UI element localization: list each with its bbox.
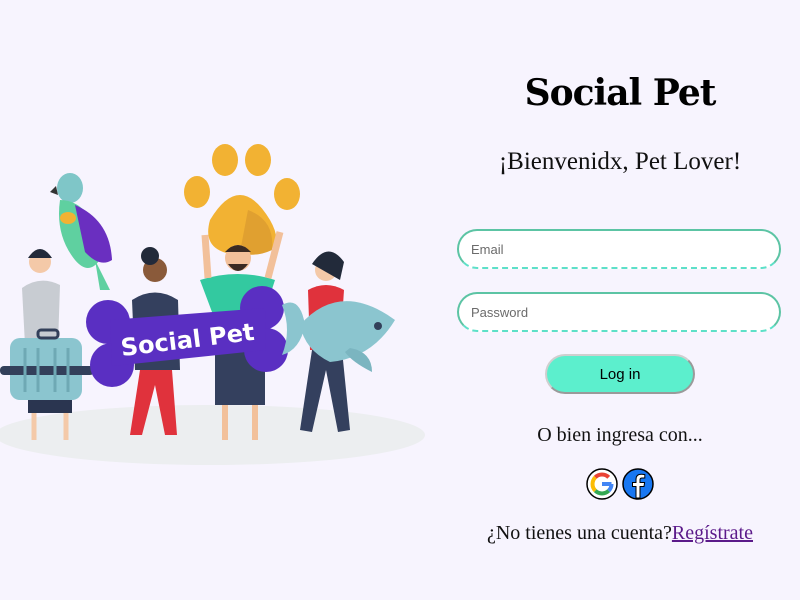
- paw-icon: [184, 144, 300, 255]
- login-panel: Social Pet ¡Bienvenidx, Pet Lover! Log i…: [440, 0, 800, 600]
- parrot-icon: [50, 173, 112, 290]
- welcome-heading: ¡Bienvenidx, Pet Lover!: [498, 148, 742, 175]
- social-login-group: [586, 468, 656, 502]
- facebook-icon: [622, 468, 654, 500]
- person-with-fish: [282, 251, 395, 432]
- signup-prompt-text: ¿No tienes una cuenta?: [486, 522, 672, 544]
- alt-login-text: O bien ingresa con...: [537, 424, 703, 446]
- password-field[interactable]: [457, 292, 781, 332]
- hero-illustration: Social Pet: [0, 140, 430, 470]
- facebook-login-button[interactable]: [622, 468, 654, 500]
- email-field[interactable]: [457, 229, 781, 269]
- signup-prompt: ¿No tienes una cuenta?Regístrate: [440, 522, 800, 545]
- signup-link[interactable]: Regístrate: [672, 522, 753, 544]
- login-button[interactable]: Log in: [545, 354, 695, 394]
- google-login-button[interactable]: [586, 468, 618, 500]
- app-title: Social Pet: [524, 72, 717, 114]
- login-page: Social Pet Social Pet ¡Bienvenidx, Pet L…: [0, 0, 800, 600]
- pets-illustration: Social Pet: [0, 144, 425, 465]
- google-icon: [586, 468, 618, 500]
